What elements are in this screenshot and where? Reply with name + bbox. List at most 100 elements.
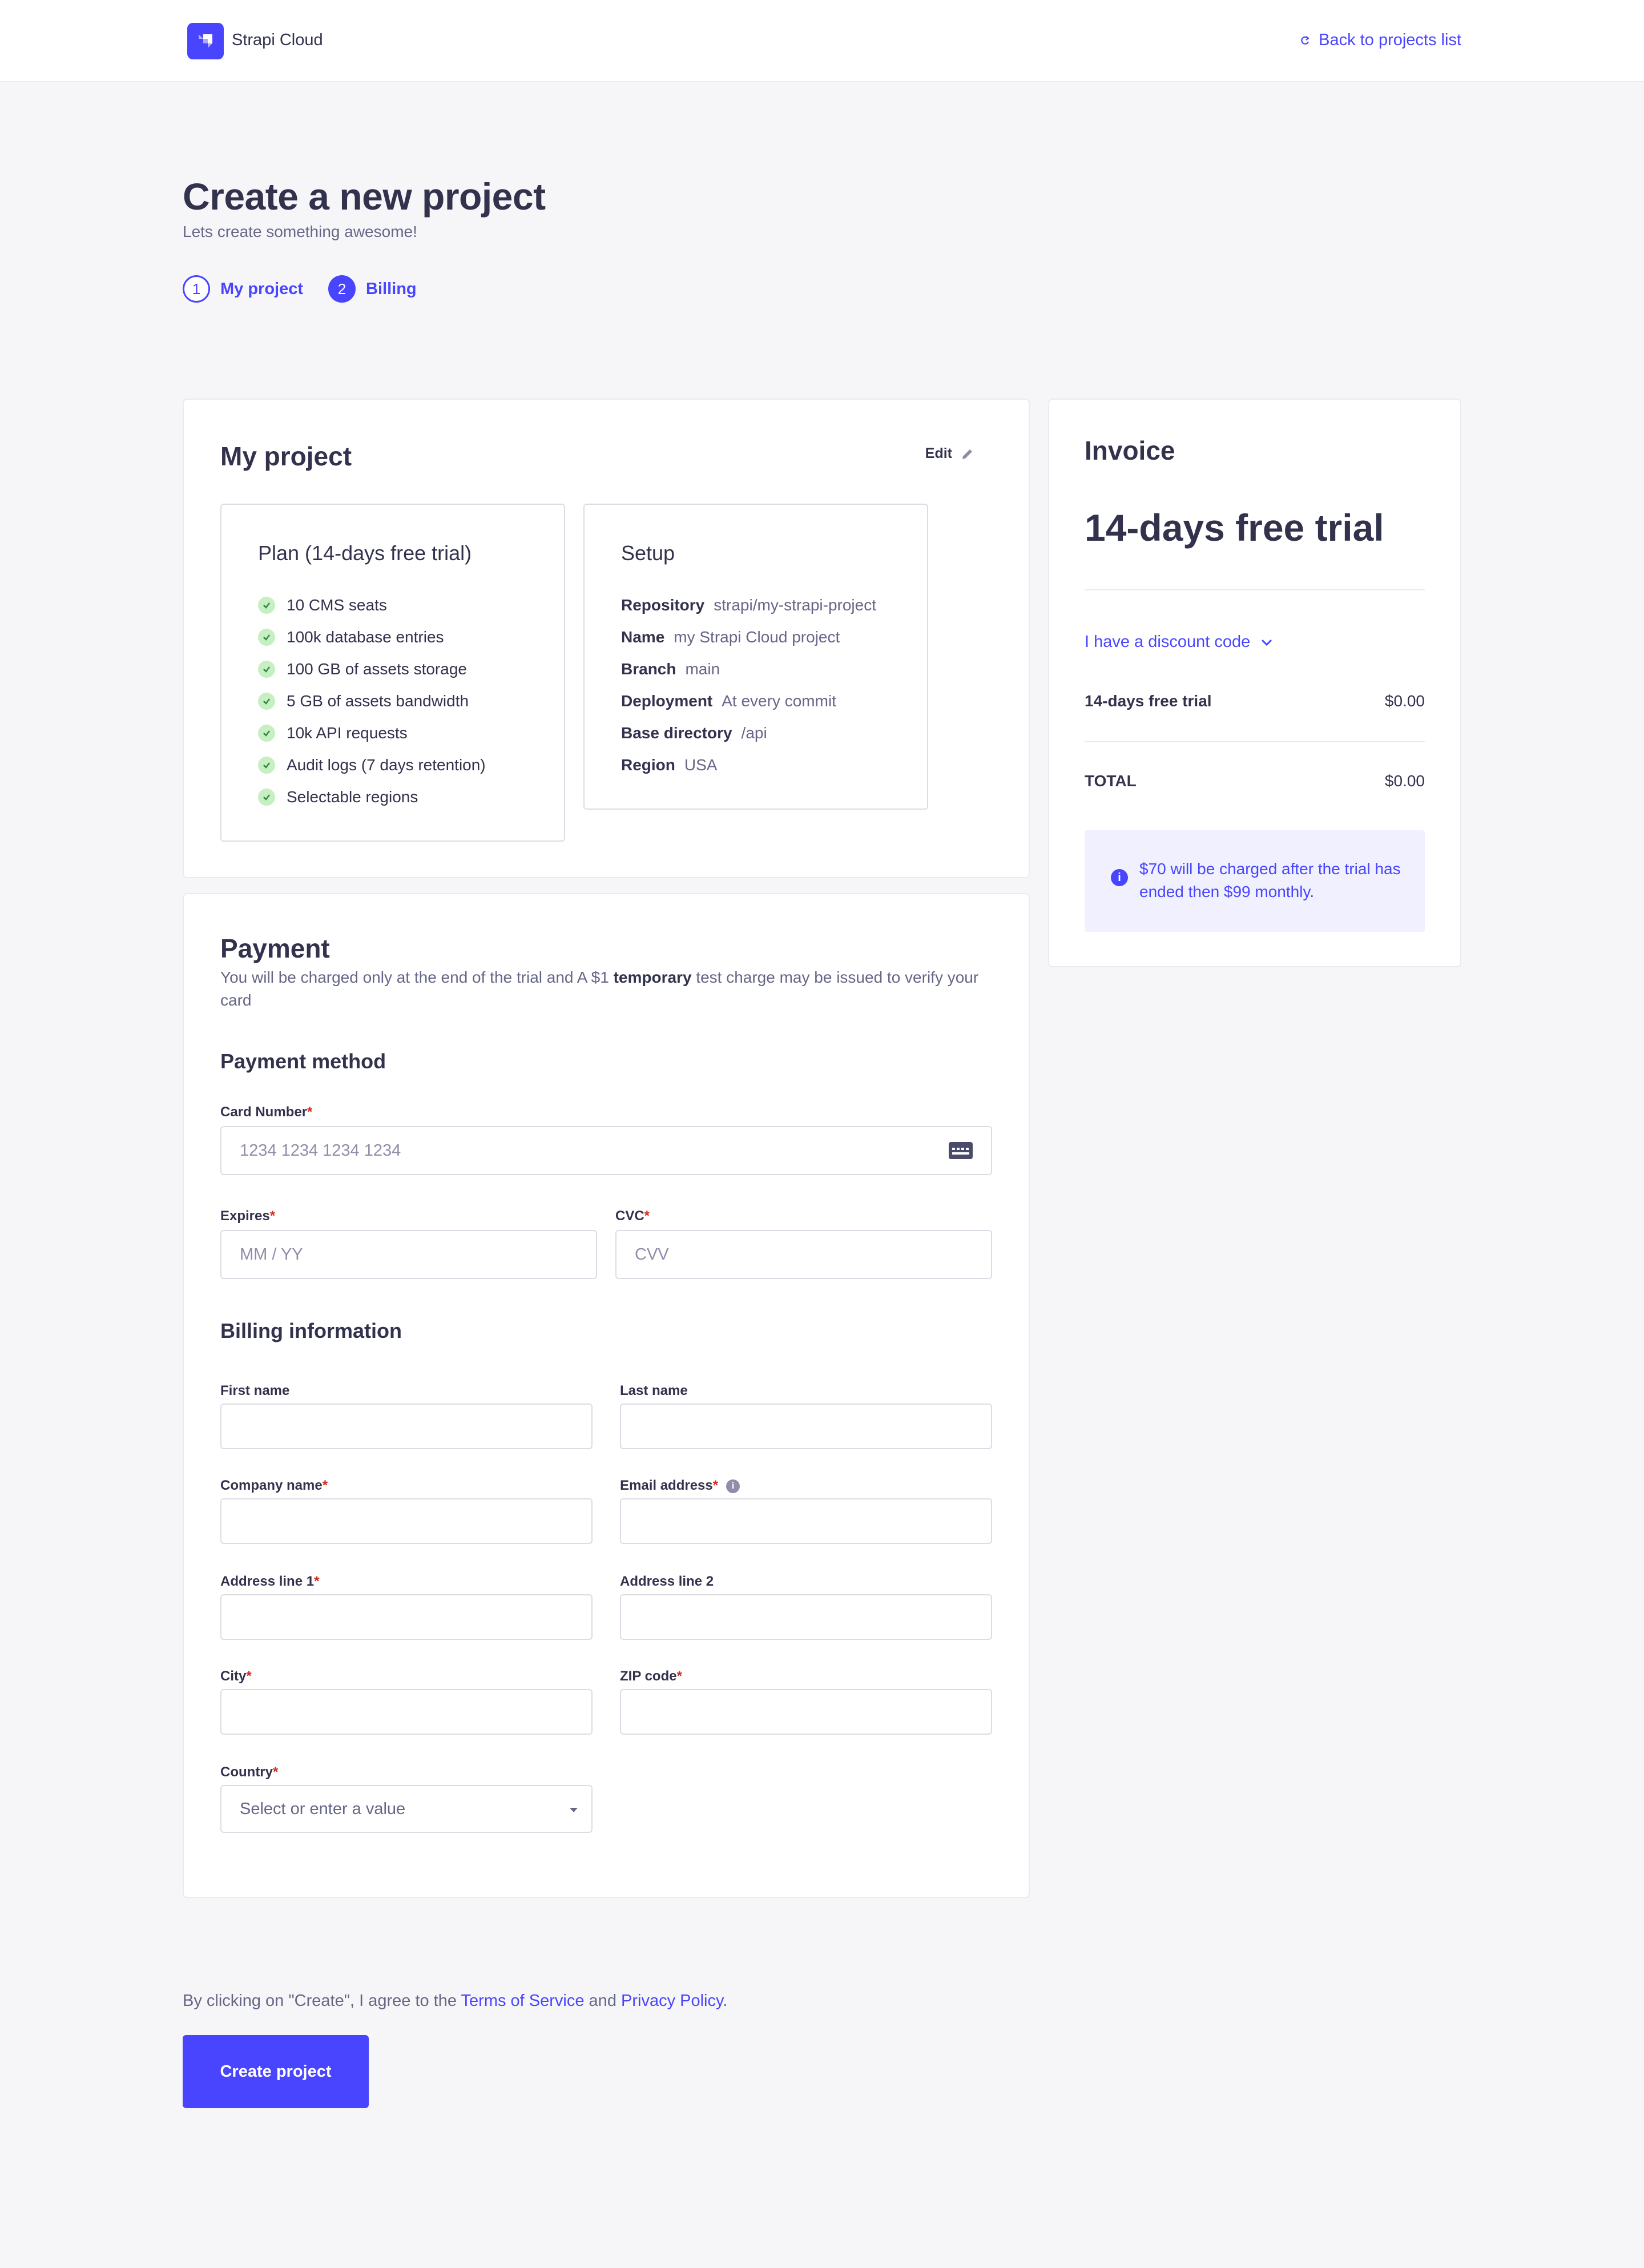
- step-number: 2: [328, 275, 356, 303]
- check-icon: [258, 597, 275, 614]
- step-label: My project: [220, 279, 304, 298]
- charge-notice: i $70 will be charged after the trial ha…: [1085, 830, 1425, 932]
- credit-card-icon: [949, 1142, 973, 1159]
- setup-row: Region USA: [621, 749, 876, 781]
- step-my-project[interactable]: 1 My project: [183, 275, 303, 303]
- my-project-title: My project: [220, 441, 352, 471]
- description-text: You will be charged only at the end of t…: [220, 968, 614, 986]
- address-line-2-input[interactable]: [620, 1594, 992, 1640]
- first-name-input[interactable]: [220, 1404, 593, 1449]
- back-arrow-icon: [1301, 35, 1310, 45]
- setup-key: Deployment: [621, 692, 713, 710]
- cvc-placeholder: CVV: [635, 1245, 669, 1264]
- setup-value: /api: [741, 724, 767, 742]
- setup-value: USA: [684, 756, 718, 774]
- back-to-projects-link[interactable]: Back to projects list: [1300, 31, 1461, 50]
- setup-value: strapi/my-strapi-project: [714, 596, 876, 614]
- country-select[interactable]: Select or enter a value: [220, 1785, 593, 1833]
- zip-code-input[interactable]: [620, 1689, 992, 1735]
- email-label: Email address* i: [620, 1478, 740, 1494]
- terms-post: .: [723, 1992, 728, 2010]
- expires-label: Expires*: [220, 1208, 275, 1224]
- email-input[interactable]: [620, 1498, 992, 1544]
- top-bar: Strapi Cloud Back to projects list: [0, 0, 1644, 82]
- cvc-input[interactable]: CVV: [615, 1230, 992, 1279]
- feature-label: Audit logs (7 days retention): [287, 756, 486, 774]
- create-project-button[interactable]: Create project: [183, 2035, 369, 2108]
- card-number-input[interactable]: 1234 1234 1234 1234: [220, 1126, 992, 1175]
- payment-title: Payment: [220, 934, 330, 963]
- label-text: Expires: [220, 1208, 270, 1224]
- check-icon: [258, 789, 275, 806]
- list-item: Selectable regions: [258, 781, 486, 813]
- discount-label: I have a discount code: [1085, 633, 1251, 651]
- notice-text: $70 will be charged after the trial has …: [1139, 860, 1401, 900]
- setup-key: Base directory: [621, 724, 732, 742]
- total-label: TOTAL: [1085, 772, 1137, 790]
- discount-code-toggle[interactable]: I have a discount code: [1085, 633, 1273, 652]
- info-icon[interactable]: i: [726, 1479, 740, 1493]
- back-link-label: Back to projects list: [1319, 31, 1461, 49]
- payment-description: You will be charged only at the end of t…: [220, 966, 985, 1012]
- required-mark: *: [644, 1208, 650, 1224]
- page-subtitle: Lets create something awesome!: [183, 223, 417, 240]
- label-text: Email address: [620, 1478, 713, 1493]
- list-item: 5 GB of assets bandwidth: [258, 685, 486, 717]
- list-item: 100 GB of assets storage: [258, 653, 486, 685]
- label-text: Card Number: [220, 1104, 308, 1120]
- list-item: Audit logs (7 days retention): [258, 749, 486, 781]
- feature-label: 100k database entries: [287, 628, 444, 646]
- page-title: Create a new project: [183, 175, 546, 218]
- check-icon: [258, 757, 275, 774]
- step-label: Billing: [366, 279, 417, 298]
- required-mark: *: [307, 1104, 313, 1120]
- setup-value: main: [685, 660, 720, 678]
- setup-key: Name: [621, 628, 665, 646]
- setup-key: Region: [621, 756, 675, 774]
- plan-title: Plan (14-days free trial): [258, 541, 472, 565]
- feature-label: 5 GB of assets bandwidth: [287, 692, 469, 710]
- list-item: 10k API requests: [258, 717, 486, 749]
- feature-label: 10k API requests: [287, 724, 408, 742]
- stepper: 1 My project 2 Billing: [183, 275, 442, 303]
- invoice-line-label: 14-days free trial: [1085, 692, 1212, 710]
- required-mark: *: [322, 1478, 328, 1493]
- edit-project-button[interactable]: Edit: [925, 445, 975, 462]
- address-line-2-label: Address line 2: [620, 1574, 714, 1589]
- last-name-input[interactable]: [620, 1404, 992, 1449]
- setup-key: Branch: [621, 660, 676, 678]
- brand-name: Strapi Cloud: [232, 31, 323, 49]
- caret-down-icon: [570, 1808, 578, 1812]
- required-mark: *: [273, 1764, 279, 1780]
- list-item: 100k database entries: [258, 621, 486, 653]
- required-mark: *: [712, 1478, 719, 1493]
- plan-features: 10 CMS seats 100k database entries 100 G…: [258, 589, 486, 813]
- expires-input[interactable]: MM / YY: [220, 1230, 597, 1279]
- setup-card: Setup Repository strapi/my-strapi-project…: [583, 504, 928, 810]
- company-name-input[interactable]: [220, 1498, 593, 1544]
- feature-label: 10 CMS seats: [287, 596, 387, 614]
- label-text: CVC: [615, 1208, 644, 1224]
- billing-info-title: Billing information: [220, 1319, 402, 1342]
- chevron-down-icon: [1262, 639, 1272, 646]
- terms-of-service-link[interactable]: Terms of Service: [461, 1992, 585, 2010]
- label-text: City: [220, 1668, 247, 1684]
- city-input[interactable]: [220, 1689, 593, 1735]
- divider: [1085, 741, 1425, 742]
- setup-value: my Strapi Cloud project: [674, 628, 840, 646]
- label-text: Country: [220, 1764, 273, 1780]
- pencil-icon: [962, 449, 972, 459]
- invoice-line-value: $0.00: [1384, 692, 1425, 710]
- required-mark: *: [269, 1208, 276, 1224]
- address-line-1-input[interactable]: [220, 1594, 593, 1640]
- last-name-label: Last name: [620, 1383, 688, 1398]
- address-line-1-label: Address line 1*: [220, 1574, 319, 1590]
- strapi-logo-icon[interactable]: [187, 23, 224, 59]
- setup-row: Base directory/api: [621, 717, 876, 749]
- step-billing[interactable]: 2 Billing: [328, 275, 417, 303]
- required-mark: *: [676, 1668, 682, 1684]
- privacy-policy-link[interactable]: Privacy Policy: [621, 1992, 723, 2010]
- invoice-plan: 14-days free trial: [1085, 506, 1384, 549]
- label-text: ZIP code: [620, 1668, 677, 1684]
- list-item: 10 CMS seats: [258, 589, 486, 621]
